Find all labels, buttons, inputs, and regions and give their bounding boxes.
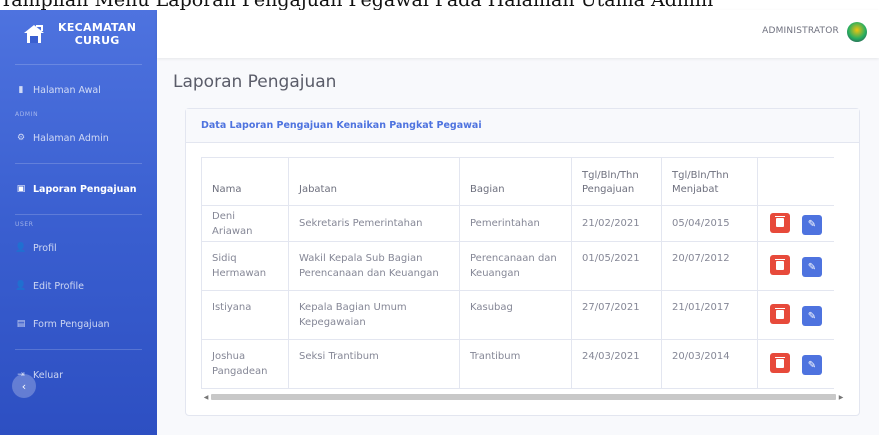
cell-nama: Deni Ariawan — [201, 205, 289, 242]
cell-pengajuan: 21/02/2021 — [571, 205, 662, 242]
sidebar-item-label: Halaman Admin — [33, 132, 109, 144]
scrollbar-thumb[interactable] — [211, 394, 836, 400]
user-name[interactable]: ADMINISTRATOR — [762, 26, 839, 36]
cell-bagian: Pemerintahan — [459, 205, 572, 242]
cell-pengajuan: 27/07/2021 — [571, 290, 662, 340]
trash-icon — [775, 258, 785, 270]
sidebar-divider — [15, 214, 142, 215]
column-header-pengajuan: Tgl/Bln/Thn Pengajuan — [571, 157, 662, 206]
cell-jabatan: Sekretaris Pemerintahan — [288, 205, 460, 242]
sidebar-divider — [15, 349, 142, 350]
sidebar-divider — [15, 64, 142, 65]
sidebar-item-edit-profile[interactable]: 👤 Edit Profile — [0, 267, 157, 305]
trash-icon — [775, 307, 785, 319]
sidebar-heading-admin: ADMIN — [15, 111, 39, 118]
cell-nama: Istiyana — [201, 290, 289, 340]
sidebar-item-laporan-pengajuan[interactable]: ▣ Laporan Pengajuan — [0, 170, 157, 208]
table-row: Istiyana Kepala Bagian Umum Kepegawaian … — [201, 290, 834, 340]
app-window: KECAMATAN CURUG ▮ Halaman Awal ADMIN ⚙ H… — [0, 10, 879, 435]
cell-jabatan: Seksi Trantibum — [288, 339, 460, 389]
column-header-nama: Nama — [201, 157, 289, 206]
column-header-menjabat: Tgl/Bln/Thn Menjabat — [661, 157, 758, 206]
cell-nama: Sidiq Hermawan — [201, 241, 289, 291]
card-header: Data Laporan Pengajuan Kenaikan Pangkat … — [186, 109, 859, 143]
topbar: ADMINISTRATOR — [157, 10, 879, 58]
scroll-right-arrow-icon[interactable]: ▶ — [836, 391, 846, 403]
edit-button[interactable]: ✎ — [802, 257, 822, 277]
column-header-jabatan: Jabatan — [288, 157, 460, 206]
table-row: Deni Ariawan Sekretaris Pemerintahan Pem… — [201, 205, 834, 242]
delete-button[interactable] — [770, 304, 790, 324]
scroll-left-arrow-icon[interactable]: ◀ — [201, 391, 211, 403]
sidebar-divider — [15, 163, 142, 164]
sidebar-heading-user: USER — [15, 221, 34, 228]
delete-button[interactable] — [770, 255, 790, 275]
report-icon: ▣ — [16, 184, 26, 194]
cell-actions: ✎ — [757, 339, 834, 389]
sidebar-item-halaman-awal[interactable]: ▮ Halaman Awal — [0, 71, 157, 109]
page-title: Laporan Pengajuan — [173, 72, 337, 92]
avatar[interactable] — [847, 22, 867, 42]
sidebar-item-profil[interactable]: 👤 Profil — [0, 229, 157, 267]
user-icon: 👤 — [15, 243, 27, 253]
edit-icon: ✎ — [807, 359, 817, 371]
sidebar-item-label: Profil — [33, 242, 57, 254]
sidebar-item-form-pengajuan[interactable]: ▤ Form Pengajuan — [0, 305, 157, 343]
sidebar-item-label: Form Pengajuan — [33, 318, 110, 330]
user-edit-icon: 👤 — [15, 281, 27, 291]
cell-actions: ✎ — [757, 205, 834, 242]
brand-logo-icon — [24, 25, 44, 43]
cell-menjabat: 20/03/2014 — [661, 339, 758, 389]
cell-nama: Joshua Pangadean — [201, 339, 289, 389]
brand-line1: KECAMATAN — [58, 21, 137, 34]
delete-button[interactable] — [770, 353, 790, 373]
cell-bagian: Trantibum — [459, 339, 572, 389]
cell-menjabat: 20/07/2012 — [661, 241, 758, 291]
report-card: Data Laporan Pengajuan Kenaikan Pangkat … — [185, 108, 860, 416]
table-row: Joshua Pangadean Seksi Trantibum Trantib… — [201, 339, 834, 389]
edit-button[interactable]: ✎ — [802, 355, 822, 375]
cell-bagian: Perencanaan dan Keuangan — [459, 241, 572, 291]
edit-icon: ✎ — [807, 219, 817, 230]
figure-caption: Tampilan Menu Laporan Pengajuan Pegawai … — [0, 0, 879, 10]
brand-text: KECAMATAN CURUG — [58, 21, 136, 47]
report-table: Nama Jabatan Bagian Tgl/Bln/Thn Pengajua… — [201, 157, 834, 389]
main-content: ADMINISTRATOR Laporan Pengajuan Data Lap… — [157, 10, 879, 435]
edit-icon: ✎ — [807, 261, 817, 273]
gear-icon: ⚙ — [16, 133, 26, 143]
trash-icon — [775, 356, 785, 368]
sidebar: KECAMATAN CURUG ▮ Halaman Awal ADMIN ⚙ H… — [0, 10, 157, 435]
column-header-bagian: Bagian — [459, 157, 572, 206]
sidebar-item-label: Laporan Pengajuan — [33, 183, 137, 195]
sidebar-item-label: Keluar — [33, 369, 63, 381]
cell-pengajuan: 24/03/2021 — [571, 339, 662, 389]
delete-button[interactable] — [770, 212, 790, 233]
horizontal-scrollbar[interactable]: ◀ ▶ — [201, 391, 846, 403]
cell-jabatan: Kepala Bagian Umum Kepegawaian — [288, 290, 460, 340]
sidebar-item-label: Edit Profile — [33, 280, 84, 292]
cell-menjabat: 05/04/2015 — [661, 205, 758, 242]
form-icon: ▤ — [16, 319, 26, 329]
edit-button[interactable]: ✎ — [802, 306, 822, 326]
table-row: Sidiq Hermawan Wakil Kepala Sub Bagian P… — [201, 241, 834, 291]
brand-line2: CURUG — [74, 34, 120, 47]
brand[interactable]: KECAMATAN CURUG — [0, 10, 157, 58]
trash-icon — [775, 216, 785, 227]
cell-pengajuan: 01/05/2021 — [571, 241, 662, 291]
cell-bagian: Kasubag — [459, 290, 572, 340]
sidebar-item-label: Halaman Awal — [33, 84, 101, 96]
sidebar-item-halaman-admin[interactable]: ⚙ Halaman Admin — [0, 119, 157, 157]
cell-actions: ✎ — [757, 290, 834, 340]
column-header-actions — [757, 157, 834, 206]
cell-actions: ✎ — [757, 241, 834, 291]
sidebar-toggle-button[interactable]: ‹ — [12, 374, 36, 398]
home-icon: ▮ — [18, 85, 24, 95]
cell-jabatan: Wakil Kepala Sub Bagian Perencanaan dan … — [288, 241, 460, 291]
table-header-row: Nama Jabatan Bagian Tgl/Bln/Thn Pengajua… — [201, 157, 834, 206]
cell-menjabat: 21/01/2017 — [661, 290, 758, 340]
edit-icon: ✎ — [807, 310, 817, 322]
edit-button[interactable]: ✎ — [802, 214, 822, 235]
